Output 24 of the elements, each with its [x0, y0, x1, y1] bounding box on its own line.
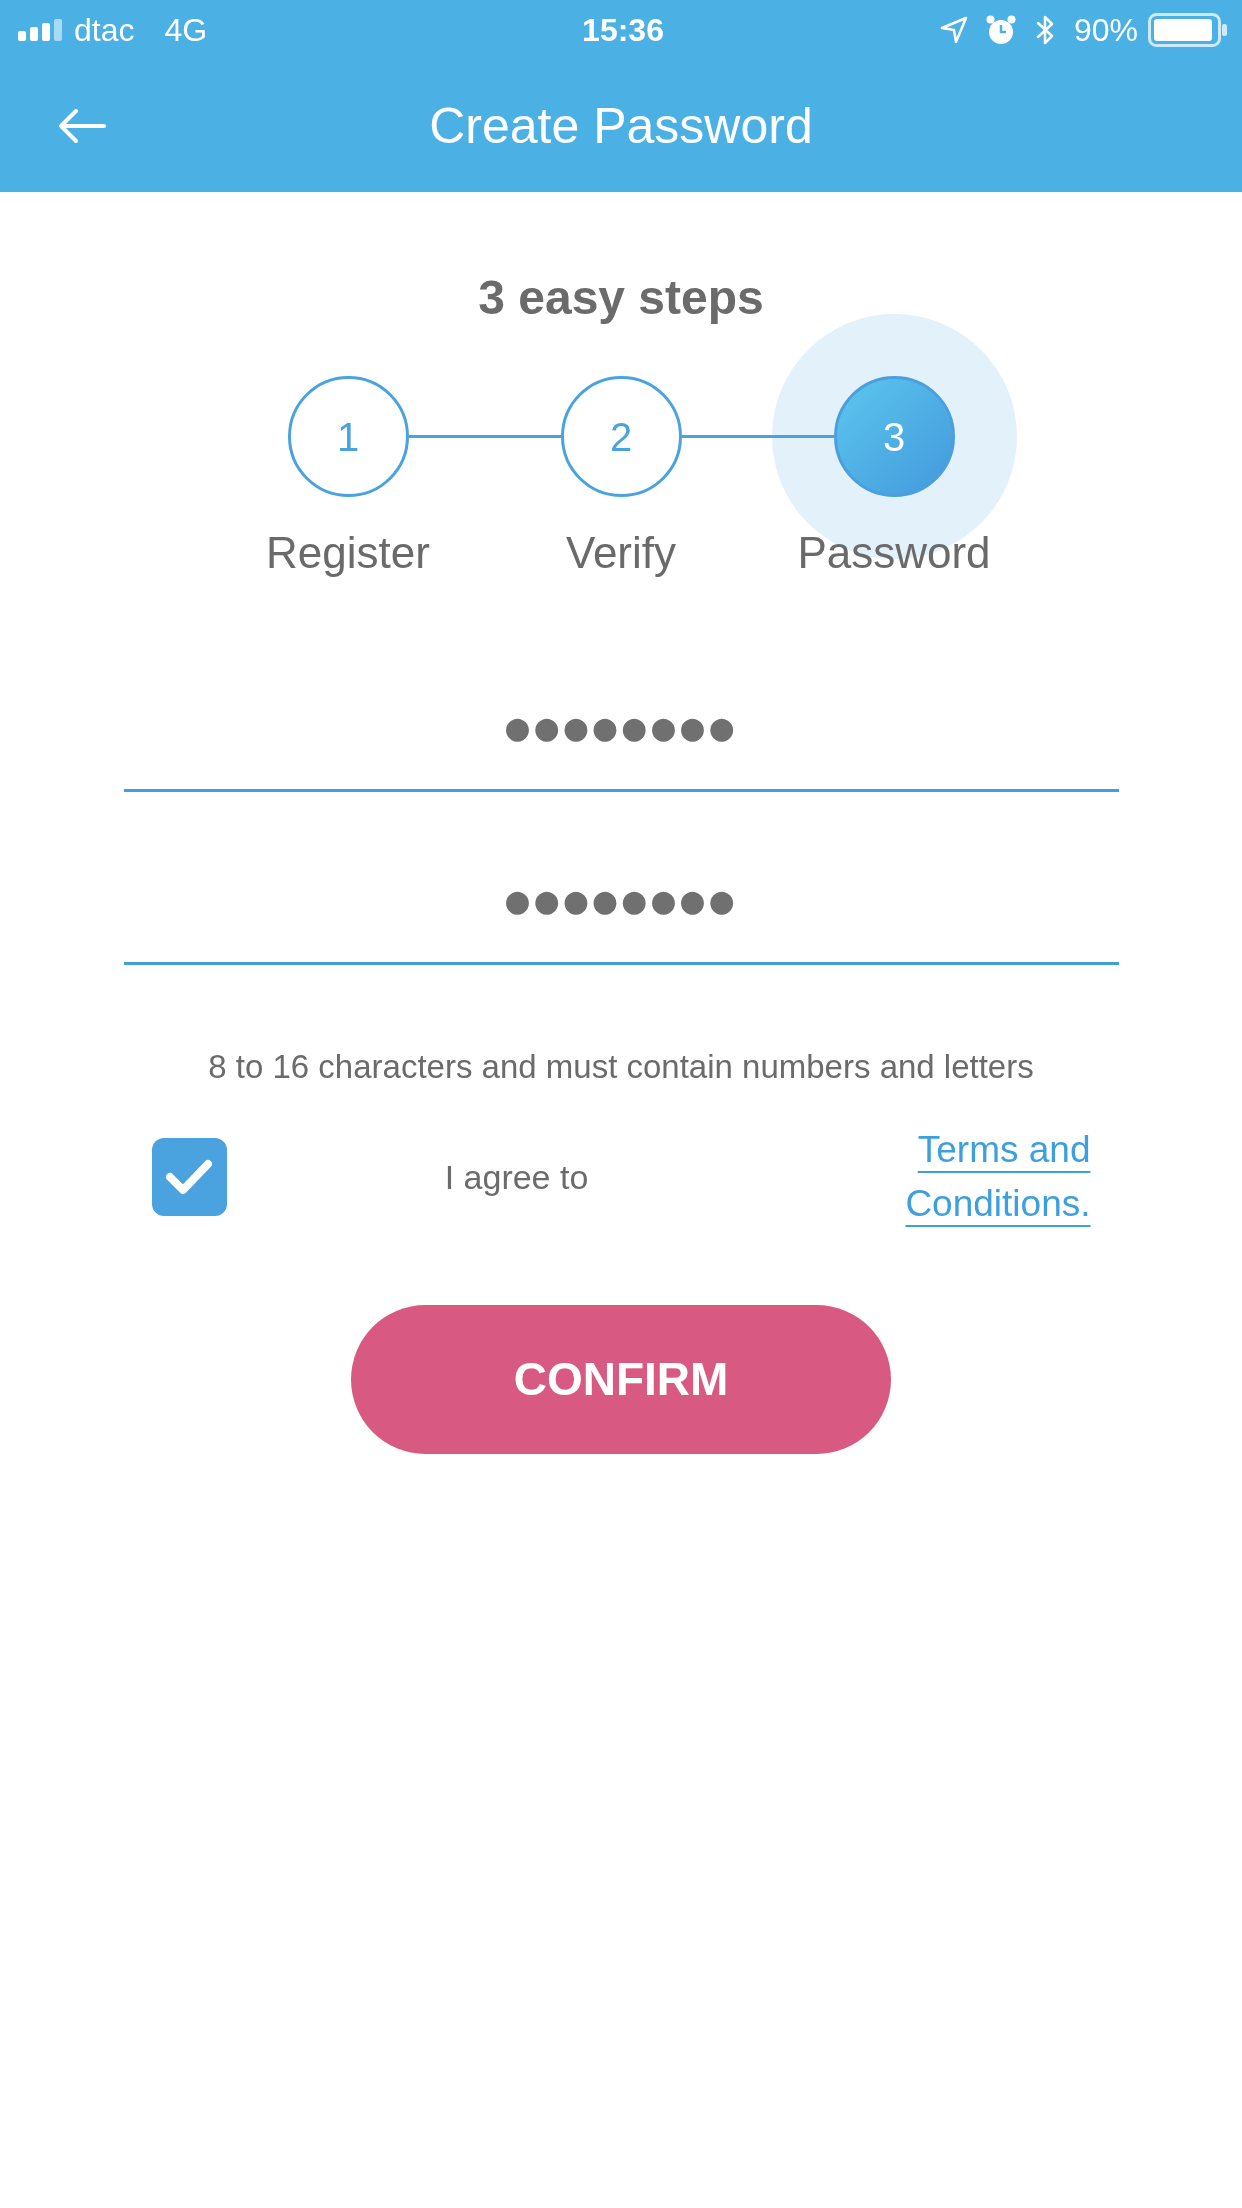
agree-label: I agree to — [444, 1158, 589, 1196]
step-circle: 2 — [560, 376, 682, 497]
step-circle: 3 — [833, 376, 955, 497]
battery-percent: 90% — [1073, 11, 1138, 50]
password-hint: 8 to 16 characters and must contain numbers and letters — [208, 1047, 1034, 1087]
step-label: Password — [797, 528, 991, 577]
steps-heading: 3 easy steps — [478, 270, 764, 326]
confirm-button[interactable]: CONFIRM — [351, 1305, 891, 1454]
checkmark-icon — [166, 1159, 212, 1195]
alarm-clock-icon — [985, 15, 1016, 45]
step-label: Register — [266, 528, 430, 577]
arrow-left-icon — [58, 108, 106, 144]
clock-time: 15:36 — [582, 11, 664, 50]
checkbox[interactable] — [151, 1138, 227, 1216]
step-label: Verify — [565, 528, 676, 577]
battery-icon — [1148, 13, 1228, 47]
terms-link[interactable]: Terms and Conditions. — [880, 1123, 1091, 1231]
network-type: 4G — [164, 11, 208, 50]
screen-title: Create Password — [428, 97, 814, 156]
password-field[interactable]: ●●●●●●●● — [123, 863, 1119, 965]
location-arrow-icon — [939, 16, 968, 44]
password-field[interactable]: ●●●●●●●● — [123, 690, 1119, 792]
step-circle: 1 — [287, 376, 409, 497]
carrier-name: dtac — [74, 11, 135, 50]
